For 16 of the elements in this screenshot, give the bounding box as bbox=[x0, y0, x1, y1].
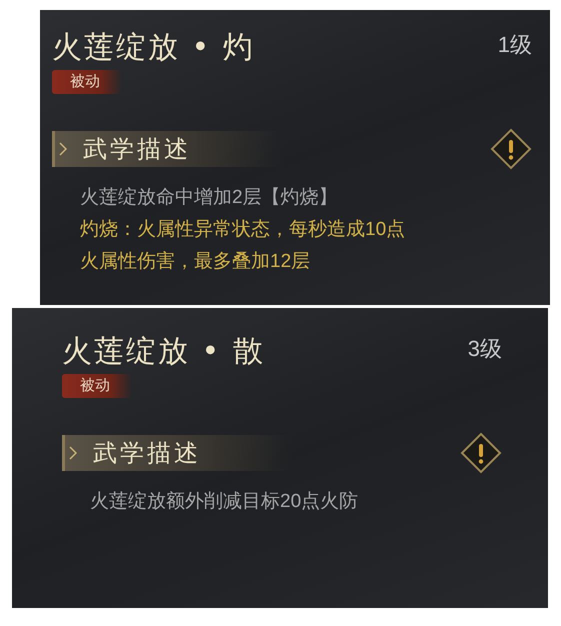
skill-title: 火莲绽放 • 散 bbox=[62, 334, 265, 370]
description-text: 火属性伤害，最多叠加12层 bbox=[80, 250, 312, 274]
description-text: 火莲绽放额外削减目标20点火防 bbox=[90, 490, 360, 514]
chevron-icon bbox=[69, 446, 77, 460]
warning-icon[interactable] bbox=[460, 432, 502, 474]
chevron-icon bbox=[59, 142, 67, 156]
skill-level: 3级 bbox=[468, 335, 502, 363]
passive-tag: 被动 bbox=[62, 374, 132, 398]
skill-title: 火莲绽放 • 灼 bbox=[52, 30, 255, 66]
description-text: 灼烧：火属性异常状态，每秒造成10点 bbox=[80, 218, 406, 242]
description-text: 火莲绽放命中增加2层【灼烧】 bbox=[80, 186, 339, 210]
warning-icon[interactable] bbox=[490, 128, 532, 170]
section-title: 武学描述 bbox=[93, 438, 201, 469]
passive-tag: 被动 bbox=[52, 70, 122, 94]
section-title: 武学描述 bbox=[83, 134, 191, 165]
skill-level: 1级 bbox=[498, 31, 532, 59]
